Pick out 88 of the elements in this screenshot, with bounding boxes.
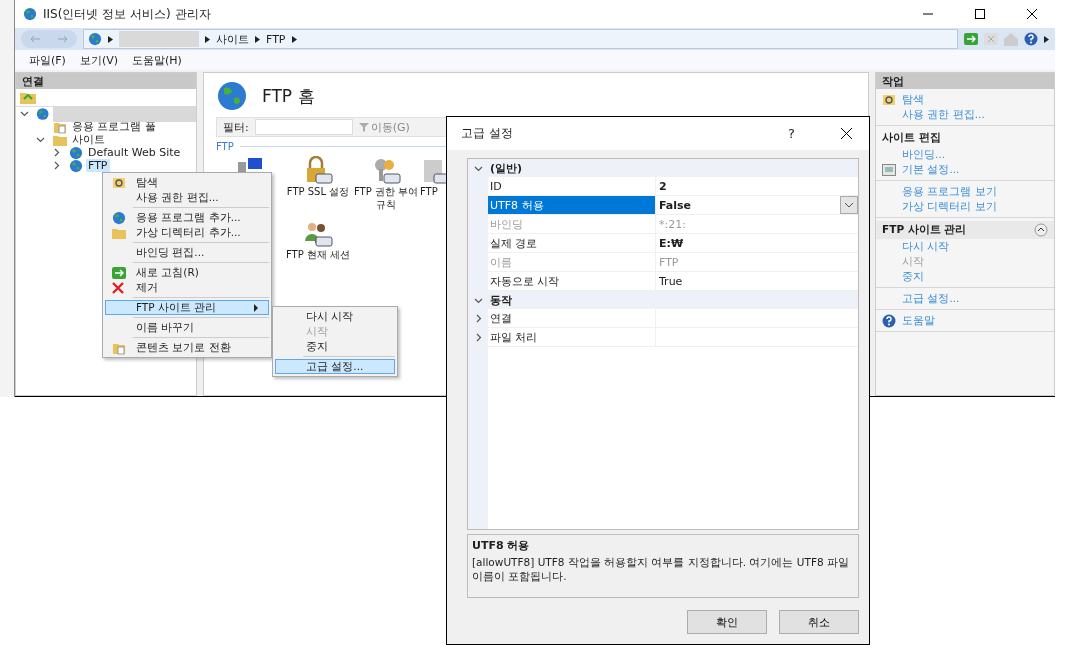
- filter-icon: [358, 122, 369, 132]
- globe-icon: [69, 158, 83, 173]
- globe-icon: [69, 145, 83, 160]
- property-name[interactable]: UTF8 허용: [488, 196, 655, 214]
- description-text: [allowUTF8] UTF8 작업을 허용할지 여부를 지정합니다. 여기에는 UTF8 파일 이름이 포함됩니다.: [472, 555, 850, 584]
- menu-item[interactable]: 도움말(H): [132, 52, 182, 68]
- panel-header: 연결: [16, 73, 196, 89]
- page-title: FTP 홈: [262, 84, 315, 108]
- tree-item[interactable]: Default Web Site: [86, 146, 183, 159]
- menu-item[interactable]: FTP 사이트 관리: [105, 300, 269, 315]
- feature-label[interactable]: FTP: [420, 186, 438, 199]
- refresh-icon: [964, 33, 978, 45]
- menu-item[interactable]: 사용 권한 편집...: [105, 190, 269, 205]
- add-folder-icon: [112, 226, 126, 239]
- dropdown-button[interactable]: [840, 196, 858, 214]
- help-icon: [1024, 32, 1038, 46]
- expander-icon[interactable]: [52, 148, 61, 157]
- address-bar[interactable]: 사이트 FTP: [83, 29, 958, 49]
- close-icon[interactable]: [1027, 9, 1037, 19]
- app-icon: [23, 7, 37, 21]
- menu-item[interactable]: 중지: [275, 339, 395, 354]
- tree-item[interactable]: 응용 프로그램 풀: [70, 120, 158, 133]
- menu-item[interactable]: 가상 디렉터리 추가...: [105, 225, 269, 240]
- up-folder-icon[interactable]: [20, 91, 36, 104]
- breadcrumb-arrow-icon: [108, 35, 113, 43]
- ok-button[interactable]: 확인: [687, 610, 767, 634]
- globe-icon: [216, 80, 248, 112]
- menu-item[interactable]: 응용 프로그램 추가...: [105, 210, 269, 225]
- category-label: (일반): [489, 160, 524, 177]
- category-label: 동작: [489, 292, 513, 309]
- help-icon: [882, 313, 897, 328]
- property-name[interactable]: 파일 처리: [488, 328, 655, 346]
- expander-icon[interactable]: [36, 135, 45, 144]
- panel-header: 작업: [876, 73, 1054, 89]
- explore-icon: [112, 175, 126, 190]
- menu-item[interactable]: 보기(V): [79, 52, 119, 68]
- menu-item[interactable]: 바인딩 편집...: [105, 245, 269, 260]
- close-icon[interactable]: [840, 128, 852, 139]
- feature-label[interactable]: FTP 현재 세션: [285, 249, 351, 262]
- breadcrumb-arrow-icon: [1044, 35, 1049, 43]
- tree-item[interactable]: FTP: [86, 159, 110, 172]
- add-application-icon: [112, 210, 126, 225]
- expander-icon[interactable]: [52, 161, 61, 170]
- explore-icon: [882, 92, 897, 107]
- settings-icon: [882, 163, 897, 176]
- server-icon: [36, 106, 50, 121]
- filter-field[interactable]: [254, 119, 353, 135]
- menu-item[interactable]: 새로 고침(R): [105, 265, 269, 280]
- menu-item[interactable]: 제거: [105, 280, 269, 295]
- window-title: IIS(인터넷 정보 서비스) 관리자: [43, 5, 212, 23]
- cancel-button[interactable]: 취소: [779, 610, 859, 634]
- property-value[interactable]: True: [659, 274, 683, 288]
- description-title: UTF8 허용: [472, 538, 531, 553]
- filter-label: 필터:: [223, 119, 249, 135]
- menu-item[interactable]: 탐색: [105, 175, 269, 190]
- breadcrumb-arrow-icon: [205, 35, 210, 43]
- refresh-icon: [112, 266, 126, 279]
- property-name[interactable]: 실제 경로: [488, 234, 655, 252]
- expander-icon[interactable]: [20, 109, 29, 118]
- menu-item[interactable]: 다시 시작: [275, 309, 395, 324]
- remove-icon: [112, 281, 124, 294]
- feature-label[interactable]: FTP 권한 부여 규칙: [352, 186, 420, 211]
- property-value[interactable]: E:₩: [659, 236, 684, 250]
- submenu-arrow-icon: [252, 303, 260, 312]
- breadcrumb-arrow-icon: [291, 35, 297, 43]
- help-button[interactable]: ?: [788, 126, 795, 141]
- caret-icon: [845, 202, 853, 208]
- menu-item[interactable]: 고급 설정...: [275, 359, 395, 374]
- dialog-title: 고급 설정: [461, 125, 514, 142]
- property-value[interactable]: False: [659, 198, 692, 212]
- breadcrumb[interactable]: FTP: [266, 32, 286, 46]
- property-value[interactable]: 2: [659, 179, 667, 193]
- breadcrumb-arrow-icon: [255, 35, 260, 43]
- section-title: 사이트 편집: [881, 130, 942, 145]
- property-name[interactable]: 자동으로 시작: [488, 272, 655, 290]
- globe-icon: [88, 32, 102, 46]
- feature-label[interactable]: FTP SSL 설정: [286, 186, 350, 199]
- section-header: FTP 사이트 관리: [876, 221, 1054, 239]
- property-name[interactable]: 연결: [488, 309, 655, 327]
- property-name[interactable]: ID: [488, 177, 655, 195]
- menu-item[interactable]: 파일(F): [29, 52, 66, 68]
- maximize-icon[interactable]: [975, 9, 985, 19]
- tree-item[interactable]: 사이트: [70, 133, 107, 146]
- collapse-icon[interactable]: [1034, 223, 1048, 237]
- menu-item[interactable]: 이름 바꾸기: [105, 320, 269, 335]
- breadcrumb[interactable]: 사이트: [216, 31, 249, 47]
- menu-item[interactable]: 콘텐츠 보기로 전환: [105, 340, 269, 355]
- folder-icon: [53, 133, 67, 146]
